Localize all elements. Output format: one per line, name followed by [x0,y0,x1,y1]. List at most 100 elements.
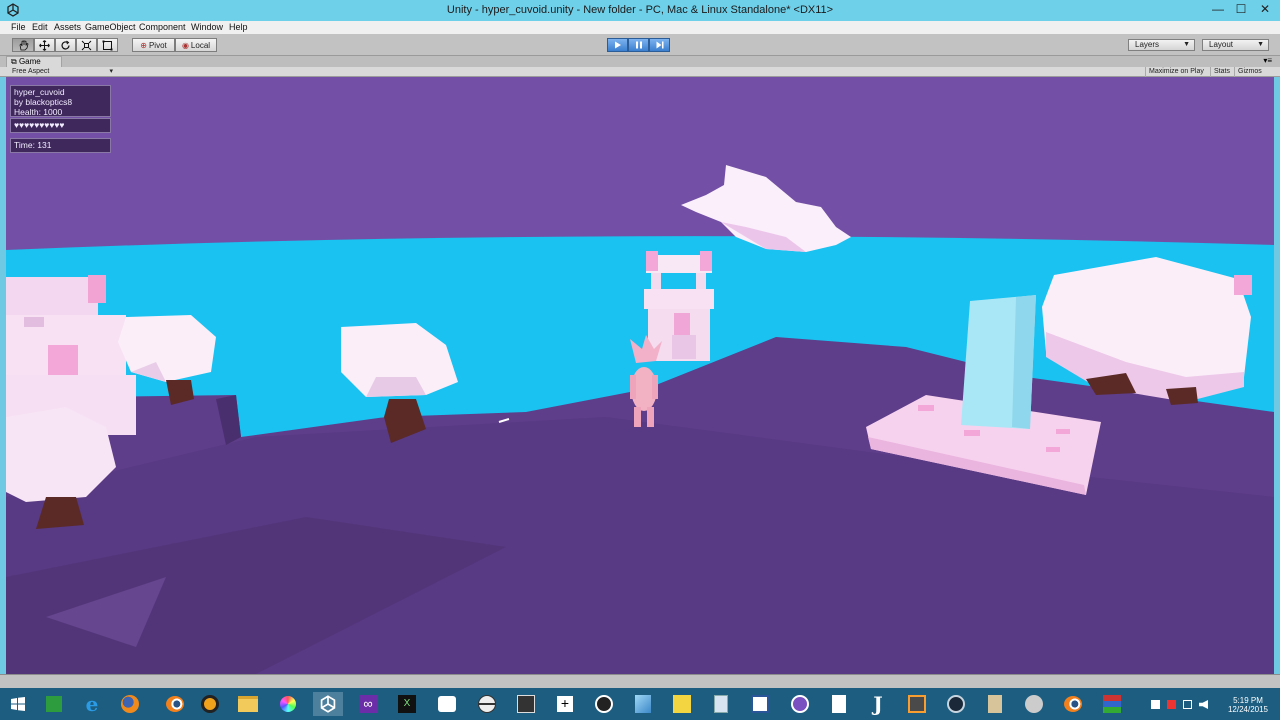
stats-toggle[interactable]: Stats [1210,67,1233,77]
aspect-dropdown[interactable]: Free Aspect ▾ [8,67,116,77]
taskbar-blender-2[interactable] [1058,692,1088,716]
close-button[interactable]: ✕ [1250,0,1280,21]
document-icon [714,695,728,713]
notification-tray-icon[interactable] [1167,700,1176,709]
web-icon [595,695,613,713]
volume-tray-icon[interactable] [1199,700,1208,709]
gizmos-dropdown[interactable]: Gizmos [1234,67,1265,77]
window-title: Unity - hyper_cuvoid.unity - New folder … [446,4,834,16]
play-button[interactable] [607,38,628,52]
ie-icon: e [85,692,99,716]
blender-icon [1064,696,1082,712]
maximize-on-play-toggle[interactable]: Maximize on Play [1145,67,1207,77]
taskbar-paint[interactable] [628,692,658,716]
hand-tool-button[interactable] [12,38,34,52]
taskbar-file-explorer[interactable] [233,692,263,716]
taskbar-web[interactable] [589,692,619,716]
hand-icon [19,40,28,50]
game-tab-row: ⧉ Game ▾≡ [0,56,1280,67]
hud-author: by blackoptics8 [14,97,73,107]
menu-edit[interactable]: Edit [32,22,48,32]
taskbar-pinwheel[interactable] [273,692,303,716]
flag-icon [1151,700,1160,709]
layout-dropdown[interactable]: Layout ▼ [1202,39,1269,51]
chat-icon [438,696,456,712]
scale-icon [81,40,92,50]
plus-icon: + [557,696,573,712]
taskbar-sticky-note[interactable] [667,692,697,716]
network-tray-icon[interactable] [1183,700,1192,709]
move-arrows-icon [39,39,50,51]
firefox-icon [121,695,139,713]
notepad-icon [988,695,1002,713]
aspect-label: Free Aspect [12,68,50,75]
step-icon [656,41,663,49]
taskbar-file[interactable] [824,692,854,716]
taskbar-j-app[interactable]: J [863,692,893,716]
taskbar-mixer[interactable] [1019,692,1049,716]
hud-time: Time: 131 [14,140,52,150]
taskbar-globe[interactable] [472,692,502,716]
menu-gameobject[interactable]: GameObject [85,22,136,32]
windows-flag-tray-icon[interactable] [1151,700,1160,709]
taskbar-headphones[interactable] [195,692,225,716]
rotate-tool-button[interactable] [55,38,76,52]
panel-menu-icon[interactable]: ▾≡ [1263,56,1272,65]
game-tab-icon: ⧉ [11,57,19,66]
local-label: Local [190,40,211,50]
menu-window[interactable]: Window [191,22,223,32]
menu-assets[interactable]: Assets [54,22,81,32]
start-button[interactable] [3,692,33,716]
scale-tool-button[interactable] [76,38,97,52]
store-icon [46,696,62,712]
taskbar-archive[interactable] [1097,692,1127,716]
game-scene [6,77,1274,674]
taskbar-firefox[interactable] [115,692,145,716]
taskbar-steam[interactable] [941,692,971,716]
taskbar-clock[interactable]: 5:19 PM 12/24/2015 [1228,696,1268,714]
sublime-icon [908,695,926,713]
taskbar-notepad[interactable] [980,692,1010,716]
taskbar-plus[interactable]: + [550,692,580,716]
move-tool-button[interactable] [34,38,55,52]
local-toggle[interactable]: ◉ Local [175,38,217,52]
taskbar-unity[interactable] [313,692,343,716]
pivot-icon: ⊕ [140,40,147,50]
menu-file[interactable]: File [11,22,26,32]
hud-game-name: hyper_cuvoid [14,87,65,97]
menu-component[interactable]: Component [139,22,186,32]
taskbar-document[interactable] [706,692,736,716]
chevron-down-icon: ▾ [109,68,113,75]
hud-hearts: ♥♥♥♥♥♥♥♥♥♥ [10,118,111,133]
menu-help[interactable]: Help [229,22,248,32]
taskbar-blender[interactable] [160,692,190,716]
taskbar-game[interactable] [511,692,541,716]
rect-tool-button[interactable] [97,38,118,52]
pivot-toggle[interactable]: ⊕ Pivot [132,38,175,52]
taskbar-discord[interactable] [785,692,815,716]
sticky-note-icon [673,695,691,713]
local-icon: ◉ [181,40,189,50]
hearts-display: ♥♥♥♥♥♥♥♥♥♥ [14,120,65,130]
layers-dropdown[interactable]: Layers ▼ [1128,39,1195,51]
main-toolbar: ⊕ Pivot ◉ Local Layers ▼ Layout ▼ [0,34,1280,56]
tab-game[interactable]: ⧉ Game [6,56,62,67]
taskbar-visual-studio[interactable]: ∞ [353,692,383,716]
taskbar-xna[interactable]: X [392,692,422,716]
windows-logo-icon [11,697,25,711]
taskbar-word[interactable] [745,692,775,716]
blender-icon [166,696,184,712]
headphones-icon [201,695,219,713]
play-icon [614,41,621,49]
title-bar: Unity - hyper_cuvoid.unity - New folder … [0,0,1280,21]
step-button[interactable] [649,38,670,52]
pause-button[interactable] [628,38,649,52]
taskbar-chat[interactable] [432,692,462,716]
game-viewport[interactable]: hyper_cuvoid by blackoptics8 Health: 100… [6,77,1274,674]
taskbar-sublime-text[interactable] [902,692,932,716]
clock-date: 12/24/2015 [1227,705,1268,714]
menu-bar: File Edit Assets GameObject Component Wi… [0,21,1280,34]
clock-time: 5:19 PM [1233,696,1263,705]
taskbar-windows-store[interactable] [39,692,69,716]
taskbar-internet-explorer[interactable]: e [77,692,107,716]
